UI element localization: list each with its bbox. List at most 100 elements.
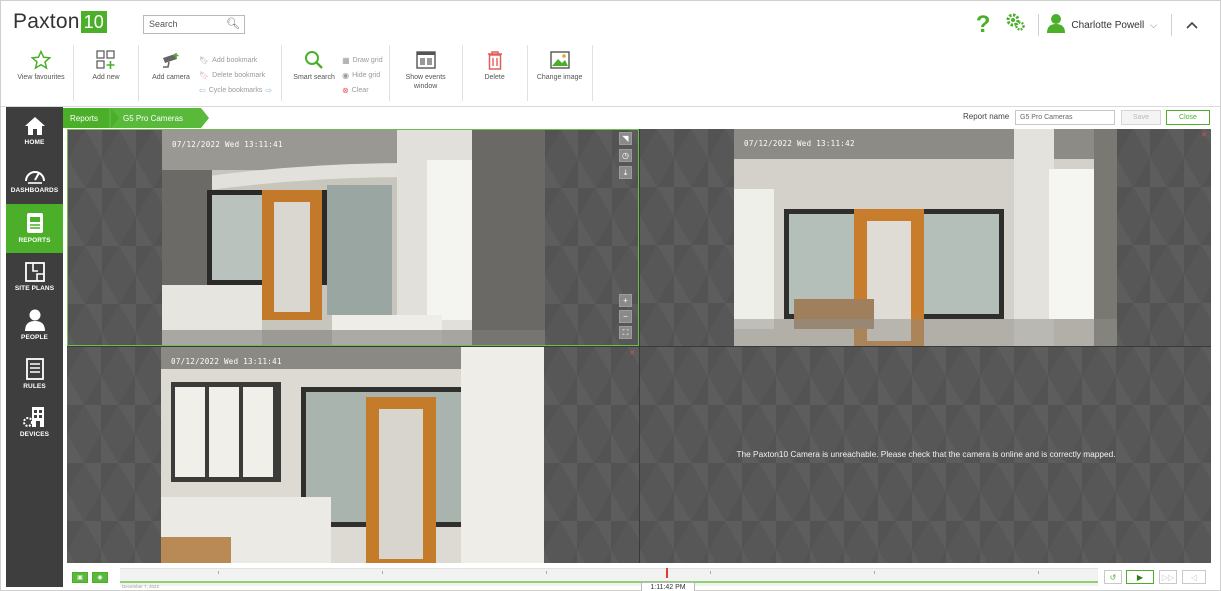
add-bookmark-label: Add bookmark [212, 57, 258, 64]
magnifier-icon [304, 49, 324, 71]
logo-text: Paxton [13, 10, 80, 33]
search-icon[interactable]: 🔍︎ [226, 17, 240, 30]
play-icon[interactable]: ▶ [1126, 570, 1154, 584]
clear-button[interactable]: ⊗ Clear [342, 83, 383, 98]
camera-control-icon[interactable]: ◥ [619, 132, 632, 145]
breadcrumb-reports[interactable]: Reports [63, 108, 111, 128]
toolbar-group-events: Show events window [390, 45, 463, 101]
delete-bookmark-button[interactable]: 🔖︎ Delete bookmark [199, 68, 275, 83]
reports-icon [26, 213, 43, 234]
image-icon [549, 49, 570, 71]
toolbar-group-search: Smart search ▦ Draw grid ◉ Hide grid ⊗ Clea… [282, 45, 390, 101]
show-events-window-label: Show events window [405, 74, 446, 90]
sidebar-item-rules[interactable]: RULES [6, 350, 63, 399]
timeline-live-icon[interactable]: ◉ [92, 572, 108, 583]
toolbar-group-image: Change image [528, 45, 593, 101]
arrow-left-icon: ⇦ [199, 86, 206, 95]
hide-grid-label: Hide grid [352, 72, 381, 79]
devices-icon [22, 407, 44, 428]
camera-unreachable-message: The Paxton10 Camera is unreachable. Plea… [736, 449, 1116, 459]
view-favourites-button[interactable]: View favourites [15, 45, 67, 82]
camera-timestamp: 07/12/2022 Wed 13:11:42 [744, 139, 855, 148]
close-pane-icon[interactable]: ✕ [629, 349, 635, 357]
fullscreen-icon[interactable]: ⛶ [619, 326, 632, 339]
download-icon[interactable]: ⤓ [619, 166, 632, 179]
header: Paxton 10 Search 🔍︎ ? Charlotte Powell ⌵… [1, 1, 1220, 107]
user-name[interactable]: Charlotte Powell [1071, 20, 1144, 31]
search-input[interactable]: Search 🔍︎ [143, 15, 245, 34]
chevron-down-icon[interactable]: ⌵ [1150, 20, 1157, 31]
toolbar-group-new: Add new [74, 45, 139, 101]
sidebar-item-label: REPORTS [18, 237, 51, 245]
dashboard-icon [24, 170, 45, 184]
camera-pane[interactable]: 07/12/2022 Wed 13:11:41 ◥ ◷ ⤓ + − ⛶ [67, 129, 639, 346]
header-actions: ? Charlotte Powell ⌵ [976, 11, 1204, 39]
bookmark-actions: 🔖︎ Add bookmark 🔖︎ Delete bookmark ⇦ Cycle … [199, 45, 275, 98]
grid-actions: ▦ Draw grid ◉ Hide grid ⊗ Clear [342, 45, 383, 98]
draw-grid-button[interactable]: ▦ Draw grid [342, 53, 383, 68]
sidebar-item-home[interactable]: HOME [6, 107, 63, 156]
header-separator [1038, 14, 1040, 36]
cycle-bookmarks-button[interactable]: ⇦ Cycle bookmarks ⇨ [199, 83, 275, 98]
timeline-current-time: 1:11:42 PM [641, 582, 695, 591]
save-button[interactable]: Save [1121, 110, 1161, 125]
sidebar-item-label: HOME [24, 139, 45, 147]
sidebar-item-reports[interactable]: REPORTS [6, 204, 63, 253]
sidebar-item-site-plans[interactable]: SITE PLANS [6, 253, 63, 302]
timeline-mode-icon[interactable]: ▣ [72, 572, 88, 583]
timeline-playhead[interactable] [666, 568, 668, 578]
timeline-tick [546, 571, 547, 574]
camera-pane[interactable]: 07/12/2022 Wed 13:11:41 ✕ [67, 346, 639, 563]
camera-feed-image [161, 347, 544, 563]
paxton-logo[interactable]: Paxton 10 [13, 10, 108, 34]
hide-grid-button[interactable]: ◉ Hide grid [342, 68, 383, 83]
collapse-toolbar-icon[interactable] [1180, 14, 1204, 36]
close-button[interactable]: Close [1166, 110, 1210, 125]
zoom-in-icon[interactable]: + [619, 294, 632, 307]
report-name-input[interactable]: G5 Pro Cameras [1015, 110, 1115, 125]
sidebar-item-people[interactable]: PEOPLE [6, 301, 63, 350]
sidebar-item-devices[interactable]: DEVICES [6, 398, 63, 447]
user-avatar-icon[interactable] [1047, 13, 1066, 38]
settings-gear-icon[interactable] [1004, 11, 1026, 39]
add-grid-icon [95, 49, 117, 71]
zoom-out-icon[interactable]: − [619, 310, 632, 323]
clear-label: Clear [351, 87, 369, 94]
add-new-button[interactable]: Add new [80, 45, 132, 82]
timeline: ▣ ◉ 1:11:42 PM December 7, 2022 ↺ ▶ ▷▷ ◁ [63, 565, 1215, 591]
step-forward-icon[interactable]: ▷▷ [1159, 570, 1177, 584]
delete-button[interactable]: Delete [469, 45, 521, 82]
rewind-icon[interactable]: ↺ [1104, 570, 1122, 584]
change-image-button[interactable]: Change image [534, 45, 586, 82]
breadcrumb-end [201, 108, 209, 128]
camera-feed-image [162, 130, 545, 345]
smart-search-button[interactable]: Smart search [288, 45, 340, 82]
change-image-label: Change image [536, 74, 583, 81]
help-icon[interactable]: ? [976, 13, 991, 37]
arrow-right-icon: ⇨ [265, 86, 273, 95]
header-separator [1171, 14, 1172, 36]
timeline-recording-bar [120, 581, 1098, 583]
camera-timestamp: 07/12/2022 Wed 13:11:41 [172, 140, 283, 149]
toolbar-group-favourites: View favourites [9, 45, 74, 101]
show-events-window-button[interactable]: Show events window [396, 45, 456, 91]
sidebar-item-dashboards[interactable]: DASHBOARDS [6, 156, 63, 205]
clock-icon[interactable]: ◷ [619, 149, 632, 162]
draw-grid-label: Draw grid [352, 57, 383, 64]
add-bookmark-button[interactable]: 🔖︎ Add bookmark [199, 53, 275, 68]
logo-number: 10 [80, 11, 108, 33]
timeline-tick [1038, 571, 1039, 574]
toolbar-group-camera: Add camera 🔖︎ Add bookmark 🔖︎ Delete bookm… [139, 45, 283, 101]
timeline-track[interactable]: 1:11:42 PM [120, 568, 1098, 591]
breadcrumb-separator [111, 108, 119, 128]
report-bar: Reports G5 Pro Cameras Report name G5 Pr… [63, 108, 1215, 128]
close-pane-icon[interactable]: ✕ [1201, 131, 1207, 139]
eye-icon: ◉ [342, 71, 350, 80]
add-camera-button[interactable]: Add camera [145, 45, 197, 82]
volume-icon[interactable]: ◁ [1182, 570, 1206, 584]
camera-pane[interactable]: 07/12/2022 Wed 13:11:42 ✕ [639, 129, 1211, 346]
camera-pane[interactable]: The Paxton10 Camera is unreachable. Plea… [639, 346, 1211, 563]
zoom-tools: + − ⛶ [619, 294, 632, 342]
timeline-tick [710, 571, 711, 574]
camera-feed-image [734, 129, 1117, 346]
